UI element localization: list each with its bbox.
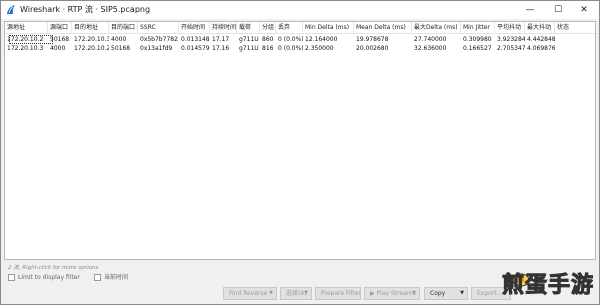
cell-min-delta: 2.350000: [305, 45, 334, 52]
prepare-filter-button[interactable]: Prepare Filter: [315, 287, 361, 300]
table-row[interactable]: 172.20.10.3 4000 172.20.10.2 50168 0x13a…: [5, 44, 595, 53]
chevron-down-icon: ▼: [460, 290, 464, 296]
time-of-day-label: 当前时间: [104, 274, 129, 281]
chevron-down-icon: ▼: [412, 290, 416, 296]
cell-lost: 0 (0.0%): [278, 45, 303, 52]
cell-mean-jitter: 3.923284: [497, 36, 525, 43]
column-header-min-delta[interactable]: Min Delta (ms): [303, 22, 354, 34]
cell-status: [555, 35, 595, 44]
cell-status: [555, 44, 595, 53]
chevron-down-icon: ▼: [304, 290, 308, 296]
rtp-streams-window: Wireshark · RTP 流 · SIP5.pcapng — ☐ ✕ 源地…: [0, 0, 600, 305]
cell-src-addr: 172.20.10.3: [7, 45, 44, 52]
cell-src-port: 4000: [50, 45, 66, 52]
copy-label: Copy: [430, 290, 446, 297]
cell-packets: 860: [262, 36, 274, 43]
cell-min-delta: 12.164000: [305, 36, 338, 43]
limit-filter-checkbox[interactable]: [8, 274, 15, 281]
table-row[interactable]: 172.20.10.2 50168 172.20.10.3 4000 0x5b7…: [5, 35, 595, 44]
cell-dst-port: 50168: [111, 45, 131, 52]
column-header-ssrc[interactable]: SSRC: [138, 22, 179, 34]
cell-dst-addr: 172.20.10.2: [74, 45, 109, 52]
limit-filter-label: Limit to display filter: [18, 274, 80, 281]
column-header-duration[interactable]: 持续时间: [210, 22, 237, 34]
cell-max-jitter: 4.442848: [527, 36, 555, 43]
cell-start-time: 0.014579: [181, 45, 210, 52]
find-reverse-label: Find Reverse: [229, 290, 268, 297]
column-header-max-delta[interactable]: 最大Delta (ms): [412, 22, 461, 34]
title-bar[interactable]: Wireshark · RTP 流 · SIP5.pcapng — ☐ ✕: [1, 1, 599, 19]
column-header-mean-jitter[interactable]: 平均抖动: [495, 22, 525, 34]
cell-dst-port: 4000: [111, 36, 127, 43]
column-header-payload[interactable]: 载荷: [237, 22, 260, 34]
chevron-down-icon: ▼: [269, 290, 273, 296]
cell-mean-delta: 20.002680: [356, 45, 389, 52]
column-header-src-addr[interactable]: 源地址: [5, 22, 48, 34]
cell-max-delta: 27.740000: [414, 36, 447, 43]
copy-button[interactable]: Copy ▼: [424, 287, 468, 300]
column-header-dst-port[interactable]: 目的端口: [109, 22, 138, 34]
column-header-start-time[interactable]: 开始时间: [179, 22, 210, 34]
column-header-dst-addr[interactable]: 目的地址: [72, 22, 109, 34]
cell-lost: 0 (0.0%): [278, 36, 303, 43]
close-button[interactable]: ✕: [570, 1, 598, 19]
cell-max-delta: 32.636000: [414, 45, 447, 52]
watermark-text: 煎蛋手游: [501, 272, 595, 299]
column-header-status[interactable]: 状态: [555, 22, 595, 34]
column-header-max-jitter[interactable]: 最大抖动: [525, 22, 555, 34]
cell-max-jitter: 4.069876: [527, 45, 555, 52]
column-header-src-port[interactable]: 源端口: [48, 22, 72, 34]
maximize-button[interactable]: ☐: [544, 1, 572, 19]
streams-table[interactable]: 源地址 源端口 目的地址 目的端口 SSRC 开始时间 持续时间 载荷 分组 丢…: [4, 21, 596, 260]
cell-duration: 17.17: [212, 36, 230, 43]
cell-dst-addr: 172.20.10.3: [74, 36, 109, 43]
play-streams-label: ▶ Play Streams: [370, 290, 416, 297]
cell-ssrc: 0x5b7b7782: [140, 36, 178, 43]
window-title: Wireshark · RTP 流 · SIP5.pcapng: [20, 5, 151, 14]
status-hint: 2 流, Right-click for more options: [8, 265, 99, 271]
time-of-day-checkbox[interactable]: [94, 274, 101, 281]
play-streams-button[interactable]: ▶ Play Streams ▼: [364, 287, 420, 300]
wireshark-fin-icon: [7, 5, 15, 14]
cell-packets: 816: [262, 45, 274, 52]
column-header-lost[interactable]: 丢弃: [276, 22, 303, 34]
column-header-packets[interactable]: 分组: [260, 22, 276, 34]
cell-start-time: 0.013148: [181, 36, 210, 43]
minimize-button[interactable]: —: [516, 1, 544, 19]
cell-duration: 17.16: [212, 45, 230, 52]
focused-cell-outline: [9, 35, 53, 44]
cell-mean-delta: 19.978678: [356, 36, 389, 43]
find-reverse-button[interactable]: Find Reverse ▼: [223, 287, 277, 300]
column-header-mean-delta[interactable]: Mean Delta (ms): [354, 22, 412, 34]
table-header: 源地址 源端口 目的地址 目的端口 SSRC 开始时间 持续时间 载荷 分组 丢…: [5, 22, 595, 34]
column-header-min-jitter[interactable]: Min Jitter: [461, 22, 495, 34]
cell-ssrc: 0x13a1fd9: [140, 45, 173, 52]
cell-min-jitter: 0.309980: [463, 36, 492, 43]
cell-payload: g711U: [239, 36, 259, 43]
cell-mean-jitter: 2.705347: [497, 45, 525, 52]
cell-min-jitter: 0.166527: [463, 45, 492, 52]
select-button[interactable]: 选择(A) ▼: [280, 287, 312, 300]
cell-payload: g711U: [239, 45, 259, 52]
